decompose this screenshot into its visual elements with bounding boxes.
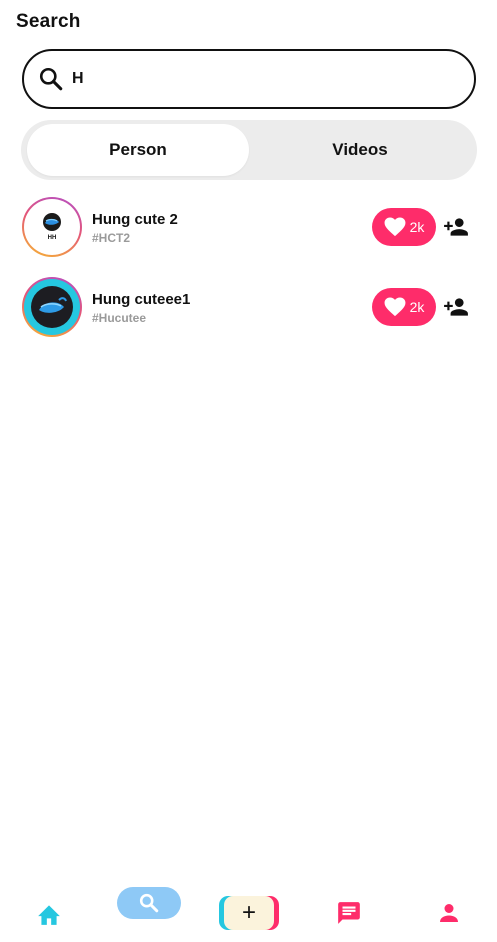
whale-logo-icon — [31, 286, 73, 328]
nav-home[interactable] — [36, 902, 62, 926]
tab-person[interactable]: Person — [27, 124, 249, 176]
person-add-icon — [444, 218, 468, 236]
search-bar[interactable] — [22, 49, 476, 109]
follow-button[interactable] — [443, 214, 469, 240]
home-icon — [38, 905, 60, 925]
create-plus-icon: + — [241, 899, 256, 926]
whale-logo-icon: HH — [43, 213, 61, 241]
user-handle: #HCT2 — [92, 231, 131, 245]
tab-videos[interactable]: Videos — [249, 124, 471, 176]
like-count: 2k — [409, 219, 425, 235]
avatar[interactable] — [22, 277, 82, 337]
person-add-icon — [444, 298, 468, 316]
like-count: 2k — [409, 299, 425, 315]
result-list: HH Hung cute 2 #HCT2 2k Hung cuteee1 #Hu… — [0, 195, 497, 355]
list-item[interactable]: HH Hung cute 2 #HCT2 2k — [0, 195, 497, 275]
user-name[interactable]: Hung cute 2 — [92, 211, 178, 228]
create-button[interactable]: + — [218, 894, 280, 932]
chat-icon — [338, 902, 360, 924]
heart-icon — [384, 297, 406, 317]
avatar[interactable]: HH — [22, 197, 82, 257]
nav-profile[interactable] — [437, 901, 461, 925]
like-button[interactable]: 2k — [372, 288, 436, 326]
search-icon — [139, 893, 159, 913]
bottom-nav: + — [0, 880, 497, 942]
nav-inbox[interactable] — [336, 900, 362, 926]
user-handle: #Hucutee — [92, 311, 147, 325]
svg-text:HH: HH — [48, 235, 57, 241]
search-tabs: Person Videos — [21, 120, 477, 180]
heart-icon — [384, 217, 406, 237]
search-input[interactable] — [72, 64, 432, 94]
list-item[interactable]: Hung cuteee1 #Hucutee 2k — [0, 275, 497, 355]
search-icon — [38, 66, 64, 92]
follow-button[interactable] — [443, 294, 469, 320]
user-name[interactable]: Hung cuteee1 — [92, 291, 190, 308]
profile-icon — [440, 904, 458, 922]
page-title: Search — [16, 11, 81, 32]
like-button[interactable]: 2k — [372, 208, 436, 246]
nav-search[interactable] — [117, 887, 181, 919]
